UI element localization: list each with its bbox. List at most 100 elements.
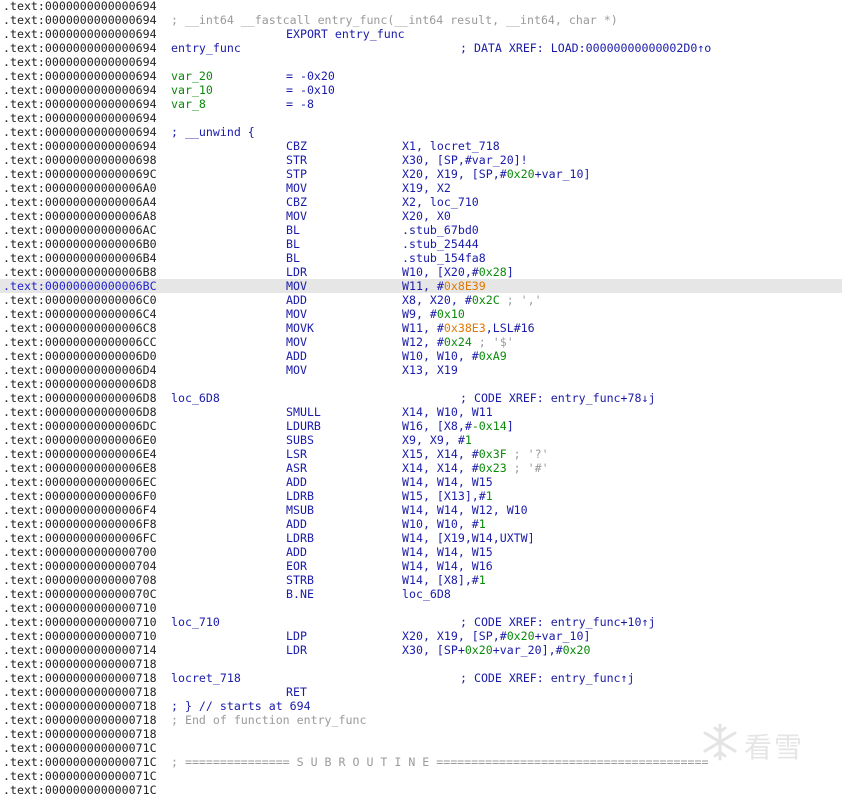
line-operands[interactable]: W10, W10, #1 [402,517,486,531]
line-operands[interactable]: .stub_25444 [402,237,479,251]
listing-line[interactable]: .text:0000000000000700 ADD W14, W14, W15 [0,545,842,559]
listing-line[interactable]: .text:00000000000006C4 MOV W9, #0x10 [0,307,842,321]
listing-line[interactable]: .text:00000000000006A4 CBZ X2, loc_710 [0,195,842,209]
line-operands[interactable]: X1, locret_718 [402,139,500,153]
line-operands[interactable]: W14, [X19,W14,UXTW] [402,531,535,545]
listing-line[interactable]: .text:00000000000006CC MOV W12, #0x24 ; '$… [0,335,842,349]
listing-line[interactable]: .text:0000000000000694 [0,0,842,13]
line-operands[interactable]: .stub_154fa8 [402,251,486,265]
line-operands[interactable]: W11, #0x38E3,LSL#16 [402,321,535,335]
listing-line[interactable]: .text:00000000000006B0 BL .stub_25444 [0,237,842,251]
listing-line[interactable]: .text:000000000000069C STP X20, X19, [SP,#… [0,167,842,181]
listing-line[interactable]: .text:0000000000000710 LDP X20, X19, [SP,#… [0,629,842,643]
line-label[interactable]: entry_func [171,41,241,55]
listing-line[interactable]: .text:0000000000000710 loc_710 ; CODE XREF… [0,615,842,629]
line-label[interactable]: loc_6D8 [171,391,220,405]
listing-line[interactable]: .text:00000000000006D8 loc_6D8 ; CODE XREF… [0,391,842,405]
line-operands[interactable]: W10, W10, #0xA9 [402,349,507,363]
line-operands[interactable]: X14, W10, W11 [402,405,493,419]
line-operands[interactable]: X30, [SP+0x20+var_20],#0x20 [402,643,590,657]
listing-line[interactable]: .text:00000000000006D0 ADD W10, W10, #0xA9 [0,349,842,363]
line-operands[interactable]: W16, [X8,#-0x14] [402,419,514,433]
listing-line[interactable]: .text:00000000000006EC ADD W14, W14, W15 [0,475,842,489]
listing-line[interactable]: .text:0000000000000718 [0,657,842,671]
line-label[interactable]: loc_710 [171,615,220,629]
listing-line[interactable]: .text:0000000000000714 LDR X30, [SP+0x20+v… [0,643,842,657]
listing-line-selected[interactable]: .text:00000000000006BC MOV W11, #0x8E39 [0,279,842,293]
listing-line[interactable]: .text:00000000000006C0 ADD X8, X20, #0x2C … [0,293,842,307]
listing-line[interactable]: .text:00000000000006F0 LDRB W15, [X13],#1 [0,489,842,503]
listing-line[interactable]: .text:000000000000071C [0,741,842,755]
listing-line[interactable]: .text:0000000000000718 locret_718 ; CODE X… [0,671,842,685]
line-operands[interactable]: X9, X9, #1 [402,433,472,447]
line-operands[interactable]: X19, X2 [402,181,451,195]
line-xref-comment[interactable]: ; CODE XREF: entry_func+78↓j [460,391,655,405]
listing-line[interactable]: .text:0000000000000694 ; __unwind { [0,125,842,139]
listing-line[interactable]: .text:000000000000071C [0,769,842,783]
line-label[interactable]: var_8 [171,97,206,111]
listing-line[interactable]: .text:0000000000000694 var_10 = -0x10 [0,83,842,97]
listing-line[interactable]: .text:0000000000000694 CBZ X1, locret_718 [0,139,842,153]
listing-line[interactable]: .text:00000000000006DC LDURB W16, [X8,#-0x… [0,419,842,433]
listing-line[interactable]: .text:0000000000000694 entry_func ; DATA X… [0,41,842,55]
listing-line[interactable]: .text:00000000000006E0 SUBS X9, X9, #1 [0,433,842,447]
listing-line[interactable]: .text:00000000000006FC LDRB W14, [X19,W14,… [0,531,842,545]
listing-line[interactable]: .text:0000000000000718 RET [0,685,842,699]
line-operands[interactable]: loc_6D8 [402,587,451,601]
listing-line[interactable]: .text:00000000000006AC BL .stub_67bd0 [0,223,842,237]
listing-line[interactable]: .text:00000000000006F4 MSUB W14, W14, W12,… [0,503,842,517]
line-operands[interactable]: W11, #0x8E39 [402,279,486,293]
listing-line[interactable]: .text:00000000000006A0 MOV X19, X2 [0,181,842,195]
listing-line[interactable]: .text:0000000000000694 var_20 = -0x20 [0,69,842,83]
listing-line[interactable]: .text:00000000000006B4 BL .stub_154fa8 [0,251,842,265]
listing-line[interactable]: .text:0000000000000694 ; __int64 __fastca… [0,13,842,27]
line-label[interactable]: ; } // starts at 694 [171,699,311,713]
line-operands[interactable]: X14, X14, #0x23 ; '#' [402,461,549,475]
line-operands[interactable]: W10, [X20,#0x28] [402,265,514,279]
listing-line[interactable]: .text:00000000000006C8 MOVK W11, #0x38E3,L… [0,321,842,335]
listing-line[interactable]: .text:0000000000000708 STRB W14, [X8],#1 [0,573,842,587]
line-operands[interactable]: X8, X20, #0x2C ; ',' [402,293,542,307]
listing-line[interactable]: .text:0000000000000718 ; } // starts at 6… [0,699,842,713]
listing-line[interactable]: .text:00000000000006D8 SMULL X14, W10, W11 [0,405,842,419]
line-operands[interactable]: X15, X14, #0x3F ; '?' [402,447,549,461]
line-operands[interactable]: X20, X19, [SP,#0x20+var_10] [402,629,590,643]
line-operands[interactable]: W15, [X13],#1 [402,489,493,503]
listing-line[interactable]: .text:00000000000006D8 [0,377,842,391]
line-xref-comment[interactable]: ; DATA XREF: LOAD:00000000000002D0↑o [460,41,711,55]
listing-line[interactable]: .text:0000000000000718 [0,727,842,741]
listing-line[interactable]: .text:0000000000000718 ; End of function … [0,713,842,727]
line-operands[interactable]: W12, #0x24 ; '$' [402,335,514,349]
listing-line[interactable]: .text:00000000000006E8 ASR X14, X14, #0x23… [0,461,842,475]
line-operands[interactable]: X20, X0 [402,209,451,223]
line-operands[interactable]: X13, X19 [402,363,458,377]
listing-line[interactable]: .text:00000000000006E4 LSR X15, X14, #0x3F… [0,447,842,461]
listing-line[interactable]: .text:0000000000000694 [0,55,842,69]
line-operands[interactable]: W14, W14, W12, W10 [402,503,528,517]
listing-line[interactable]: .text:0000000000000710 [0,601,842,615]
listing-line[interactable]: .text:0000000000000704 EOR W14, W14, W16 [0,559,842,573]
listing-line[interactable]: .text:0000000000000698 STR X30, [SP,#var_2… [0,153,842,167]
line-operands[interactable]: W14, W14, W15 [402,545,493,559]
listing-line[interactable]: .text:00000000000006F8 ADD W10, W10, #1 [0,517,842,531]
line-operands[interactable]: W14, W14, W16 [402,559,493,573]
listing-line[interactable]: .text:00000000000006A8 MOV X20, X0 [0,209,842,223]
line-xref-comment[interactable]: ; CODE XREF: entry_func+10↑j [460,615,655,629]
line-label[interactable]: locret_718 [171,671,241,685]
listing-line[interactable]: .text:00000000000006B8 LDR W10, [X20,#0x28… [0,265,842,279]
line-xref-comment[interactable]: ; CODE XREF: entry_func↑j [460,671,635,685]
listing-line[interactable]: .text:0000000000000694 [0,111,842,125]
listing-line[interactable]: .text:0000000000000694 EXPORT entry_func [0,27,842,41]
line-operands[interactable]: X2, loc_710 [402,195,479,209]
listing-line[interactable]: .text:0000000000000694 var_8 = -8 [0,97,842,111]
listing-line[interactable]: .text:000000000000070C B.NE loc_6D8 [0,587,842,601]
listing-line[interactable]: .text:00000000000006D4 MOV X13, X19 [0,363,842,377]
line-operands[interactable]: W14, [X8],#1 [402,573,486,587]
listing-line[interactable]: .text:000000000000071C ; =============== … [0,755,842,769]
line-operands[interactable]: X20, X19, [SP,#0x20+var_10] [402,167,590,181]
line-operands[interactable]: .stub_67bd0 [402,223,479,237]
line-operands[interactable]: W9, #0x10 [402,307,465,321]
line-label[interactable]: var_20 [171,69,213,83]
disassembly-listing[interactable]: .text:0000000000000694 .text:000000000000… [0,0,842,797]
line-label[interactable]: ; __unwind { [171,125,255,139]
